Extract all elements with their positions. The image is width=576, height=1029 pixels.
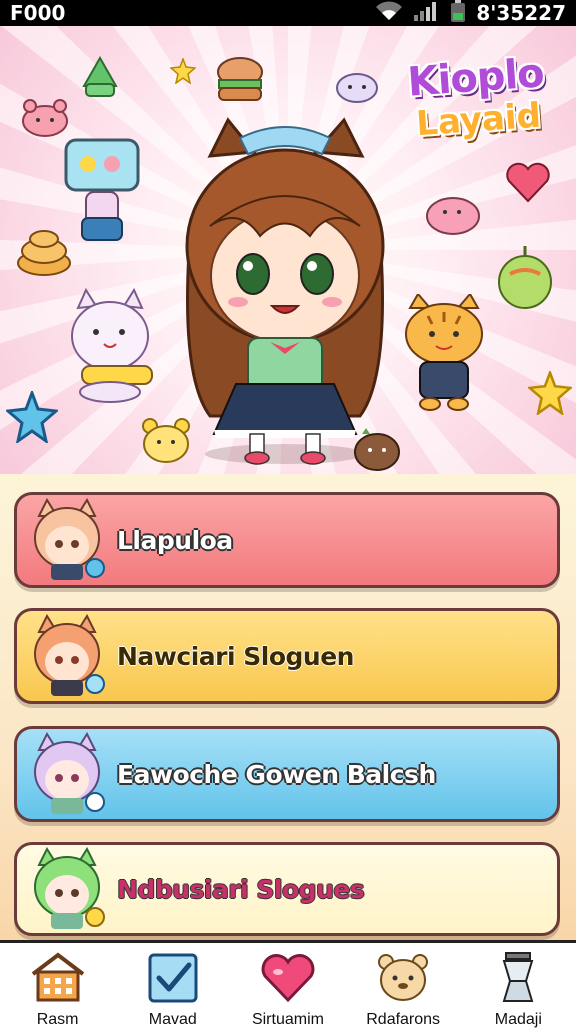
catgirl-avatar-peach-icon — [17, 495, 117, 585]
checkbox-icon — [144, 951, 202, 1005]
status-bar: F000 8'35227 — [0, 0, 576, 26]
menu-item-4[interactable]: Ndbusiari Slogues — [14, 842, 560, 936]
tiger-cat-character-icon — [405, 294, 483, 411]
status-right: 8'35227 — [374, 0, 566, 27]
menu-item-label: Ndbusiari Slogues — [117, 874, 365, 904]
menu-item-3[interactable]: Eawoche Gowen Balcsh — [14, 726, 560, 822]
nav-item-rasm[interactable]: Rasm — [3, 943, 113, 1029]
pink-dino-sticker-icon — [426, 197, 480, 235]
chibi-girl-character — [185, 117, 385, 465]
status-left-text: F000 — [10, 1, 66, 25]
menu-item-2[interactable]: Nawciari Sloguen — [14, 608, 560, 704]
yellow-star-icon — [170, 58, 196, 84]
hero-banner: Kioplo Layaid — [0, 26, 576, 474]
yellow-star-icon — [528, 371, 572, 415]
catgirl-avatar-orange-icon — [17, 611, 117, 701]
menu-list: Llapuloa Nawciari Sloguen Eawoche Gowen … — [0, 474, 576, 940]
menu-item-1[interactable]: Llapuloa — [14, 492, 560, 588]
nav-item-madaji[interactable]: Madaji — [463, 943, 573, 1029]
menu-item-label: Eawoche Gowen Balcsh — [117, 759, 436, 789]
house-icon — [29, 951, 87, 1005]
nav-label: Rasm — [36, 1011, 79, 1028]
green-leaf-sticker-icon — [82, 56, 118, 97]
signal-icon — [414, 1, 440, 26]
pink-bear-sticker-icon — [22, 99, 68, 137]
app-logo: Kioplo Layaid — [389, 50, 564, 146]
cup-icon — [489, 951, 547, 1005]
nav-label: Madaji — [494, 1011, 542, 1028]
menu-item-label: Nawciari Sloguen — [117, 641, 354, 671]
wifi-icon — [374, 0, 404, 27]
burger-sticker-icon — [217, 57, 263, 101]
blue-star-icon — [6, 391, 58, 443]
nav-label: Mavad — [148, 1011, 197, 1028]
nav-item-sirtuamim[interactable]: Sirtuamim — [233, 943, 343, 1029]
menu-item-label: Llapuloa — [117, 525, 233, 555]
battery-icon — [450, 0, 466, 27]
status-right-text: 8'35227 — [476, 1, 566, 25]
nav-item-mavad[interactable]: Mavad — [118, 943, 228, 1029]
bottom-nav: Rasm Mavad Sirtuamim Rdafarons Madaji — [0, 940, 576, 1029]
hedgehog-sticker-icon — [354, 428, 400, 471]
heart-sticker-icon — [506, 162, 550, 203]
nav-label: Rdafarons — [366, 1011, 441, 1028]
catgirl-avatar-lavender-icon — [17, 729, 117, 819]
nav-label: Sirtuamim — [251, 1011, 324, 1028]
bear-icon — [374, 951, 432, 1005]
catgirl-avatar-green-icon — [17, 845, 117, 933]
heart-icon — [259, 951, 317, 1005]
white-cat-plush-icon — [71, 288, 153, 403]
melon-sticker-icon — [498, 246, 552, 309]
lavender-cat-sticker-icon — [336, 73, 378, 103]
cake-sticker-icon — [17, 230, 71, 276]
nav-item-rdafarons[interactable]: Rdafarons — [348, 943, 458, 1029]
